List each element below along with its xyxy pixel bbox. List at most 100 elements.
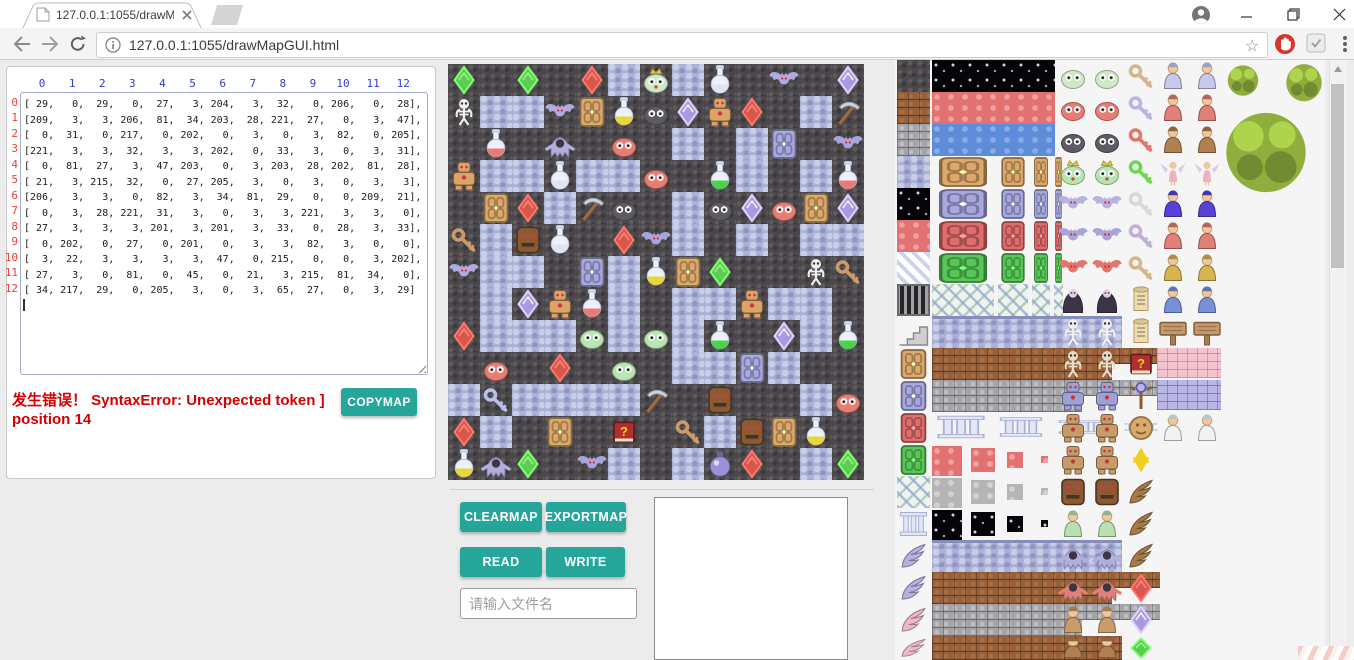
map-tile[interactable] <box>608 192 640 224</box>
tileset-tile-key[interactable] <box>1125 188 1157 220</box>
tileset-tile-wing[interactable] <box>1125 476 1157 508</box>
tileset-tile-wing[interactable] <box>1125 508 1157 540</box>
map-tile[interactable] <box>576 288 608 320</box>
tileset-tile-gem[interactable] <box>1125 604 1157 636</box>
map-tile[interactable] <box>704 320 736 352</box>
tileset-tile-lattice[interactable] <box>998 284 1028 316</box>
url-text[interactable]: 127.0.0.1:1055/drawMapGUI.html <box>129 37 339 53</box>
output-box[interactable] <box>654 497 848 660</box>
tileset-tile-lattice[interactable] <box>1032 284 1050 316</box>
map-tile[interactable] <box>576 384 608 416</box>
copymap-button[interactable]: COPYMAP <box>341 388 417 416</box>
tileset-tile-staff[interactable] <box>1125 380 1157 412</box>
tileset-tile-skeleton[interactable] <box>1057 316 1089 348</box>
tileset-tile-person[interactable] <box>1091 604 1123 636</box>
tileset-tile-stars[interactable] <box>1041 520 1048 527</box>
tileset-tile-person[interactable] <box>1191 252 1223 284</box>
map-tile[interactable] <box>576 160 608 192</box>
map-tile[interactable] <box>544 192 576 224</box>
map-tile[interactable] <box>672 64 704 96</box>
map-tile[interactable] <box>832 448 864 480</box>
map-tile[interactable] <box>576 192 608 224</box>
tileset-tile-graybrick[interactable] <box>897 124 930 156</box>
menu-icon[interactable] <box>1340 34 1350 54</box>
map-tile[interactable] <box>704 288 736 320</box>
tileset-tile-door[interactable] <box>932 220 994 252</box>
map-tile[interactable] <box>608 96 640 128</box>
map-tile[interactable] <box>512 160 544 192</box>
tileset-tile-person[interactable] <box>1157 220 1189 252</box>
map-tile[interactable] <box>480 256 512 288</box>
tileset-tile-crownslime[interactable] <box>1057 156 1089 188</box>
map-tile[interactable] <box>832 256 864 288</box>
tileset-tile-slime[interactable] <box>1091 92 1123 124</box>
read-button[interactable]: READ <box>460 547 542 577</box>
map-tile[interactable] <box>704 224 736 256</box>
tileset-tile-brownbrick[interactable] <box>897 92 930 124</box>
map-tile[interactable] <box>768 224 800 256</box>
map-tile[interactable] <box>704 256 736 288</box>
map-tile[interactable] <box>768 416 800 448</box>
tileset-tile-golem[interactable] <box>1057 412 1089 444</box>
map-tile[interactable] <box>448 288 480 320</box>
map-tile[interactable] <box>576 256 608 288</box>
tileset-tile-ghost[interactable] <box>1091 572 1123 604</box>
tileset-tile-slime[interactable] <box>1091 60 1123 92</box>
map-tile[interactable] <box>480 64 512 96</box>
map-tile[interactable] <box>672 448 704 480</box>
tileset-tile-lattice[interactable] <box>897 476 930 508</box>
tileset-tile-ghost[interactable] <box>1057 540 1089 572</box>
tileset-tile-pillar[interactable] <box>932 412 990 442</box>
map-tile[interactable] <box>544 288 576 320</box>
tileset-tile-stripes[interactable] <box>897 252 930 284</box>
map-tile[interactable] <box>672 192 704 224</box>
map-tile[interactable] <box>736 192 768 224</box>
map-tile[interactable] <box>800 96 832 128</box>
map-tile[interactable] <box>768 160 800 192</box>
map-tile[interactable] <box>768 352 800 384</box>
tileset-tile-person[interactable] <box>1157 92 1189 124</box>
tileset-tile-person[interactable] <box>1091 508 1123 540</box>
map-tile[interactable] <box>480 320 512 352</box>
map-tile[interactable] <box>608 224 640 256</box>
map-tile[interactable] <box>640 448 672 480</box>
profile-icon[interactable] <box>1190 4 1212 26</box>
clearmap-button[interactable]: CLEARMAP <box>460 502 542 532</box>
map-tile[interactable] <box>832 320 864 352</box>
refresh-button[interactable] <box>66 33 90 55</box>
tileset-tile-person[interactable] <box>1157 188 1189 220</box>
tileset-tile-rock[interactable] <box>897 60 930 92</box>
map-tile[interactable] <box>768 448 800 480</box>
map-tile[interactable] <box>544 384 576 416</box>
map-tile[interactable] <box>576 320 608 352</box>
map-tile[interactable] <box>672 128 704 160</box>
tileset-tile-red[interactable] <box>1041 456 1048 463</box>
tileset-tile-key[interactable] <box>1125 92 1157 124</box>
map-tile[interactable] <box>608 128 640 160</box>
tileset-tile-door[interactable] <box>1032 252 1050 284</box>
tileset-tile-ghost[interactable] <box>1091 540 1123 572</box>
tileset-tile-scroll[interactable] <box>1125 284 1157 316</box>
tileset-tile-pinkwall[interactable] <box>1157 348 1221 378</box>
map-tile[interactable] <box>448 160 480 192</box>
map-tile[interactable] <box>448 256 480 288</box>
map-tile[interactable] <box>480 224 512 256</box>
map-tile[interactable] <box>640 288 672 320</box>
tab-close-icon[interactable] <box>180 8 194 22</box>
map-tile[interactable] <box>736 256 768 288</box>
tileset-tile-door[interactable] <box>932 188 994 220</box>
tileset-tile-door[interactable] <box>1032 156 1050 188</box>
map-tile[interactable] <box>512 128 544 160</box>
map-tile[interactable] <box>736 160 768 192</box>
tileset-tile-bat[interactable] <box>1091 220 1123 252</box>
map-tile[interactable] <box>768 384 800 416</box>
map-tile[interactable] <box>832 160 864 192</box>
tileset-tile-person[interactable] <box>1191 284 1223 316</box>
map-tile[interactable] <box>544 128 576 160</box>
tileset-tile-key[interactable] <box>1125 220 1157 252</box>
filename-input[interactable] <box>460 588 637 619</box>
map-tile[interactable] <box>672 352 704 384</box>
map-tile[interactable] <box>704 448 736 480</box>
map-tile[interactable] <box>576 96 608 128</box>
tileset-tile-slime[interactable] <box>1057 92 1089 124</box>
